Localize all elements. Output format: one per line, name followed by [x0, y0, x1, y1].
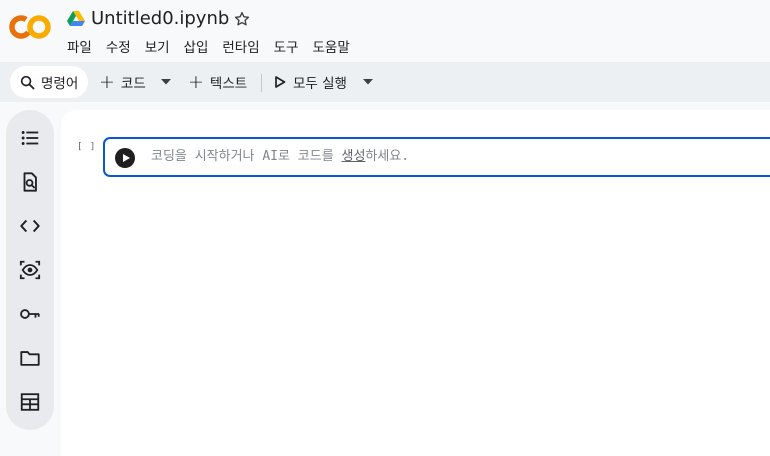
command-palette-button[interactable]: 명령어 — [10, 66, 88, 98]
sidebar-files[interactable] — [18, 346, 42, 370]
search-icon — [20, 75, 35, 89]
run-all-dropdown[interactable] — [359, 66, 377, 98]
caret-down-icon — [161, 79, 171, 85]
menu-runtime[interactable]: 런타임 — [215, 38, 266, 58]
add-code-cell-button[interactable]: + 코드 — [99, 66, 146, 98]
plus-icon: + — [188, 70, 204, 93]
menu-tools[interactable]: 도구 — [267, 38, 306, 58]
code-snippets-icon — [20, 219, 40, 233]
files-folder-icon — [20, 351, 40, 366]
menu-help[interactable]: 도움말 — [305, 38, 356, 58]
menu-insert[interactable]: 삽입 — [177, 38, 216, 58]
generate-link[interactable]: 생성 — [341, 149, 365, 164]
google-drive-icon[interactable] — [67, 11, 85, 27]
caret-down-icon — [363, 79, 373, 85]
sidebar-find-replace[interactable] — [18, 170, 42, 194]
placeholder-text-end: 하세요. — [365, 149, 410, 164]
notebook-title[interactable]: Untitled0.ipynb — [91, 8, 229, 29]
notebook-area: [ ] 코딩을 시작하거나 AI로 코드를 생성하세요. — [61, 110, 770, 456]
notebook-toolbar: 명령어 + 코드 + 텍스트 모두 실행 — [0, 62, 770, 102]
run-cell-button[interactable] — [115, 148, 135, 168]
sidebar-table-of-contents[interactable] — [18, 126, 42, 150]
colab-logo — [9, 15, 51, 39]
sidebar-secrets[interactable] — [18, 302, 42, 326]
run-all-label: 모두 실행 — [293, 76, 347, 92]
star-icon[interactable] — [233, 10, 251, 28]
add-text-label: 텍스트 — [209, 76, 248, 92]
add-code-label: 코드 — [120, 76, 146, 92]
table-of-contents-icon — [21, 131, 39, 145]
placeholder-text: 코딩을 시작하거나 AI로 코드를 — [151, 149, 342, 164]
menu-edit[interactable]: 수정 — [99, 38, 138, 58]
secrets-key-icon — [20, 309, 40, 319]
toolbar-divider — [261, 74, 262, 92]
menu-file[interactable]: 파일 — [60, 38, 99, 58]
variables-inspector-icon — [19, 260, 41, 280]
find-replace-icon — [23, 172, 37, 192]
data-table-icon — [20, 393, 40, 411]
sidebar-variables[interactable] — [18, 258, 42, 282]
cell-execution-count: [ ] — [77, 142, 97, 152]
menu-view[interactable]: 보기 — [138, 38, 177, 58]
run-all-button[interactable]: 모두 실행 — [274, 66, 347, 98]
sidebar-code-snippets[interactable] — [18, 214, 42, 238]
command-palette-label: 명령어 — [41, 76, 79, 92]
sidebar-data-table[interactable] — [18, 390, 42, 414]
plus-icon: + — [99, 70, 115, 93]
code-cell[interactable]: 코딩을 시작하거나 AI로 코드를 생성하세요. — [103, 137, 770, 177]
menu-bar: 파일 수정 보기 삽입 런타임 도구 도움말 — [60, 38, 357, 58]
add-text-cell-button[interactable]: + 텍스트 — [188, 66, 247, 98]
add-code-dropdown[interactable] — [157, 66, 175, 98]
play-outline-icon — [275, 76, 286, 88]
cell-placeholder[interactable]: 코딩을 시작하거나 AI로 코드를 생성하세요. — [151, 148, 409, 166]
left-sidebar — [6, 110, 54, 430]
